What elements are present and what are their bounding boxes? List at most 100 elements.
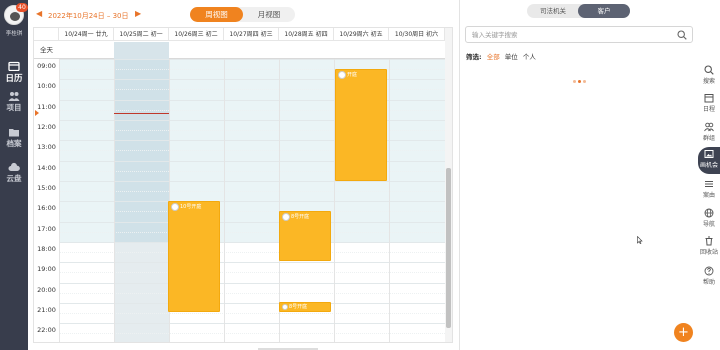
tool-label: 搜索 <box>702 78 715 85</box>
calendar-event[interactable]: 10号开庭 <box>168 201 220 312</box>
half-hour-line <box>59 293 445 294</box>
hour-line <box>59 242 445 243</box>
day-divider <box>114 59 115 342</box>
week-grid: 10/24周一 廿九 10/25周二 初一 10/26周三 初二 10/27周四… <box>33 27 453 343</box>
next-week-button[interactable]: ▶ <box>135 9 143 19</box>
sidebar-item-archive[interactable]: 档案 <box>0 123 28 153</box>
tool-label: 帮助 <box>702 279 715 286</box>
sidebar-item-label: 日历 <box>5 74 23 84</box>
search-box <box>465 26 693 43</box>
day-header[interactable]: 10/28周五 初四 <box>279 28 334 41</box>
half-hour-line <box>59 130 445 131</box>
event-avatar-icon <box>171 203 179 211</box>
day-header[interactable]: 10/25周二 初一 <box>114 28 169 41</box>
search-input[interactable] <box>472 29 672 41</box>
image-icon <box>704 150 714 158</box>
sidebar-item-label: 档案 <box>6 139 22 148</box>
hour-line <box>59 303 445 304</box>
day-header[interactable]: 10/27周四 初三 <box>224 28 279 41</box>
half-hour-line <box>59 150 445 151</box>
event-title: 8号开庭 <box>291 214 310 220</box>
event-avatar-icon <box>338 71 346 79</box>
hour-line <box>59 222 445 223</box>
sidebar-item-calendar[interactable]: 日历 <box>0 57 28 87</box>
day-header[interactable]: 10/30周日 初六 <box>389 28 445 41</box>
add-button[interactable]: + <box>674 323 693 342</box>
list-icon <box>705 181 713 187</box>
sidebar-item-project[interactable]: 项目 <box>0 87 28 117</box>
date-range: 2022年10月24日 – 30日 <box>48 12 129 20</box>
sidebar-item-label: 项目 <box>6 103 22 112</box>
tab-judicial[interactable]: 司法机关 <box>527 4 579 18</box>
all-day-label: 全天 <box>40 46 53 54</box>
all-day-row[interactable]: 全天 <box>34 42 445 59</box>
tool-label: 案由 <box>702 192 715 199</box>
tool-schedule[interactable]: 日程 <box>698 91 720 118</box>
tab-client[interactable]: 客户 <box>578 4 630 18</box>
day-header[interactable]: 10/24周一 廿九 <box>59 28 114 41</box>
time-label: 12:00 <box>37 123 56 131</box>
tool-label: 画机会 <box>699 162 718 169</box>
left-sidebar: 40 李桂琪 日历 项目 档案 云盘 <box>0 0 28 350</box>
tool-group[interactable]: 群组 <box>698 120 720 147</box>
time-label: 20:00 <box>37 286 56 294</box>
prev-week-button[interactable]: ◀ <box>36 9 44 19</box>
tool-label: 群组 <box>702 135 715 142</box>
tool-case[interactable]: 案由 <box>698 177 720 204</box>
week-view-button[interactable]: 周视图 <box>190 7 243 22</box>
contacts-panel: 司法机关 客户 筛选: 全部 单位 个人 <box>460 0 698 350</box>
folder-icon <box>9 129 19 137</box>
hour-line <box>59 283 445 284</box>
half-hour-line <box>59 191 445 192</box>
calendar-event[interactable]: 开庭 <box>335 69 387 181</box>
sidebar-item-label: 云盘 <box>6 174 22 183</box>
calendar-icon <box>8 61 20 71</box>
half-hour-line <box>59 211 445 212</box>
tool-opportunity[interactable]: 画机会 <box>698 147 720 174</box>
filter-organization[interactable]: 单位 <box>505 53 518 61</box>
time-label: 10:00 <box>37 82 56 90</box>
username: 李桂琪 <box>5 31 23 37</box>
tool-help[interactable]: 帮助 <box>698 264 720 291</box>
mouse-cursor-icon <box>637 236 643 244</box>
time-label: 17:00 <box>37 225 56 233</box>
half-hour-line <box>59 171 445 172</box>
calendar-scrollbar[interactable] <box>445 28 452 342</box>
scroll-thumb[interactable] <box>446 168 451 328</box>
calendar-event[interactable]: 8号开庭 <box>279 302 331 312</box>
tool-navigation[interactable]: 导航 <box>698 206 720 233</box>
hour-line <box>59 59 445 60</box>
filter-individual[interactable]: 个人 <box>523 53 536 61</box>
half-hour-line <box>59 313 445 314</box>
half-hour-line <box>59 252 445 253</box>
search-icon <box>704 65 714 75</box>
time-grid-body[interactable]: 09:00 10:00 11:00 12:00 13:00 14:00 15:0… <box>34 59 445 342</box>
hour-line <box>59 262 445 263</box>
calendar-toolbar: ◀ 2022年10月24日 – 30日 ▶ 周视图 月视图 <box>33 0 453 27</box>
day-divider <box>59 59 60 342</box>
day-header[interactable]: 10/26周三 初二 <box>169 28 224 41</box>
filter-all[interactable]: 全部 <box>487 53 500 61</box>
tool-label: 导航 <box>702 221 715 228</box>
day-header[interactable]: 10/29周六 初五 <box>334 28 389 41</box>
time-label: 19:00 <box>37 265 56 273</box>
tool-recycle-bin[interactable]: 回收站 <box>698 234 720 261</box>
time-label: 14:00 <box>37 164 56 172</box>
day-divider <box>389 59 390 342</box>
filter-bar: 筛选: 全部 单位 个人 <box>466 51 539 61</box>
calendar-event[interactable]: 8号开庭 <box>279 211 331 261</box>
sidebar-item-cloud[interactable]: 云盘 <box>0 158 28 188</box>
day-divider <box>279 59 280 342</box>
search-icon[interactable] <box>677 30 687 40</box>
half-hour-line <box>59 333 445 334</box>
filter-label: 筛选: <box>466 53 482 61</box>
help-icon <box>704 266 714 276</box>
tool-strip: 搜索 日程 群组 画机会 案由 导航 回收站 帮助 <box>698 0 720 350</box>
tool-search[interactable]: 搜索 <box>698 63 720 90</box>
event-avatar-icon <box>282 304 288 310</box>
trash-icon <box>705 236 713 246</box>
month-view-button[interactable]: 月视图 <box>243 7 295 22</box>
header-corner <box>34 28 59 41</box>
event-title: 开庭 <box>347 72 358 78</box>
avatar-face <box>10 12 20 21</box>
